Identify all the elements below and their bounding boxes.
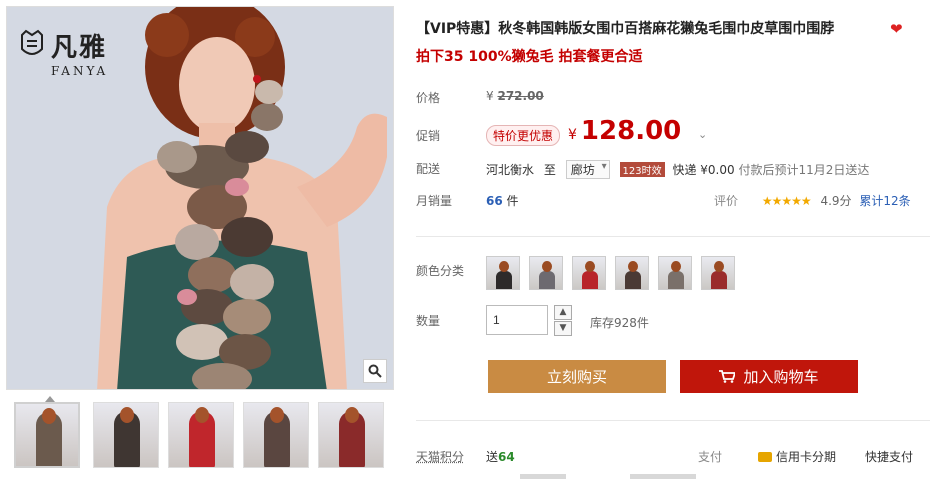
credit-installment-label: 信用卡分期 xyxy=(776,450,837,464)
delivery-label: 配送 xyxy=(416,162,441,176)
product-gallery: 凡雅 FANYA xyxy=(0,0,400,479)
thumbnail-image[interactable] xyxy=(93,402,159,468)
color-swatch[interactable] xyxy=(615,256,649,290)
magnifier-icon[interactable] xyxy=(363,359,387,383)
quantity-input[interactable] xyxy=(486,305,548,335)
color-swatch[interactable] xyxy=(658,256,692,290)
color-swatch[interactable] xyxy=(486,256,520,290)
thumbnail-image[interactable] xyxy=(243,402,309,468)
bottom-partial-element xyxy=(520,474,566,479)
divider xyxy=(416,420,930,421)
sales-unit: 件 xyxy=(506,194,519,208)
add-to-cart-button[interactable]: 加入购物车 xyxy=(680,360,858,393)
swatch-model-head xyxy=(628,261,638,272)
chevron-down-icon[interactable]: ⌄ xyxy=(698,128,707,141)
swatch-scarf xyxy=(496,271,512,289)
swatch-model-head xyxy=(671,261,681,272)
swatch-scarf xyxy=(711,271,727,289)
sales-count: 66 xyxy=(486,194,503,208)
swatch-model-head xyxy=(585,261,595,272)
quantity-increase-button[interactable]: ▲ xyxy=(554,305,572,320)
monthly-sales: 66 件 xyxy=(486,192,519,209)
thumbnail-model-head xyxy=(270,407,284,423)
logo-text-en: FANYA xyxy=(51,64,109,78)
cart-icon xyxy=(719,370,736,383)
swatch-model-head xyxy=(714,261,724,272)
thumbnail-image[interactable] xyxy=(318,402,384,468)
buy-now-button[interactable]: 立刻购买 xyxy=(488,360,666,393)
promo-price: ¥128.00 xyxy=(568,116,681,146)
rating-score: 4.9分 xyxy=(820,194,852,208)
swatch-scarf xyxy=(582,271,598,289)
color-swatch[interactable] xyxy=(529,256,563,290)
delivery-eta: 付款后预计11月2日送达 xyxy=(738,163,870,177)
delivery-info: 河北衡水 至 廊坊 123时效 快递 ¥0.00 付款后预计11月2日送达 xyxy=(486,160,869,179)
rating-label: 评价 xyxy=(714,194,739,208)
reviews-link[interactable]: 累计12条 xyxy=(859,194,910,208)
thumbnail-model-head xyxy=(120,407,134,423)
quantity-decrease-button[interactable]: ▼ xyxy=(554,321,572,336)
thumbnail-strip xyxy=(14,402,394,472)
shipping-speed-badge: 123时效 xyxy=(619,162,665,177)
quick-pay[interactable]: 快捷支付 xyxy=(865,448,913,465)
color-options-label: 颜色分类 xyxy=(416,264,465,278)
logo-text-cn: 凡雅 xyxy=(51,33,108,63)
rating-summary: 评价 ★★★★★ 4.9分 累计12条 xyxy=(714,192,911,209)
quantity-label: 数量 xyxy=(416,314,441,328)
color-swatch[interactable] xyxy=(701,256,735,290)
bottom-partial-element xyxy=(630,474,696,479)
tmall-points-label[interactable]: 天猫积分 xyxy=(416,448,464,465)
swatch-model-head xyxy=(499,261,509,272)
swatch-scarf xyxy=(539,271,555,289)
points-value: 64 xyxy=(498,450,515,464)
add-to-cart-label: 加入购物车 xyxy=(743,368,819,386)
ship-from: 河北衡水 xyxy=(486,163,535,177)
swatch-scarf xyxy=(625,271,641,289)
crest-icon xyxy=(21,29,43,55)
product-title: 【VIP特惠】秋冬韩国韩版女围巾百搭麻花獭兔毛围巾皮草围巾围脖 xyxy=(416,21,835,37)
price-label: 价格 xyxy=(416,91,441,105)
main-product-image[interactable]: 凡雅 FANYA xyxy=(6,6,394,390)
payment-label: 支付 xyxy=(698,450,723,464)
thumbnail-model-head xyxy=(345,407,359,423)
thumbnail-image[interactable] xyxy=(14,402,80,468)
thumbnail-model-head xyxy=(42,408,56,424)
shipping-fee: 快递 ¥0.00 xyxy=(672,163,735,177)
credit-card-icon xyxy=(758,452,772,462)
tmall-points: 送64 xyxy=(486,448,515,465)
points-prefix: 送 xyxy=(486,450,499,464)
monthly-sales-label: 月销量 xyxy=(416,194,453,208)
credit-installment[interactable]: 信用卡分期 xyxy=(758,448,836,465)
star-rating-icon: ★★★★★ xyxy=(761,194,812,208)
product-info: 【VIP特惠】秋冬韩国韩版女围巾百搭麻花獭兔毛围巾皮草围巾围脖 ❤ 拍下35 1… xyxy=(400,0,930,479)
heart-icon[interactable]: ❤ xyxy=(890,22,908,37)
ship-to-word: 至 xyxy=(543,163,556,177)
destination-select[interactable]: 廊坊 xyxy=(565,160,610,179)
divider xyxy=(416,236,930,237)
promo-price-value: 128.00 xyxy=(580,116,682,146)
promo-label: 促销 xyxy=(416,129,441,143)
original-price: ¥ 272.00 xyxy=(486,89,544,103)
thumbnail-image[interactable] xyxy=(168,402,234,468)
product-subtitle: 拍下35 100%獭兔毛 拍套餐更合适 xyxy=(416,49,643,65)
brand-logo: 凡雅 FANYA xyxy=(21,27,108,78)
original-price-value: 272.00 xyxy=(497,89,544,103)
swatch-scarf xyxy=(668,271,684,289)
stock-count: 库存928件 xyxy=(590,316,649,330)
swatch-model-head xyxy=(542,261,552,272)
currency-symbol: ¥ xyxy=(486,89,494,103)
promo-tag: 特价更优惠 xyxy=(486,125,561,146)
color-swatch[interactable] xyxy=(572,256,606,290)
currency-symbol: ¥ xyxy=(568,127,577,143)
thumbnail-model-head xyxy=(195,407,209,423)
